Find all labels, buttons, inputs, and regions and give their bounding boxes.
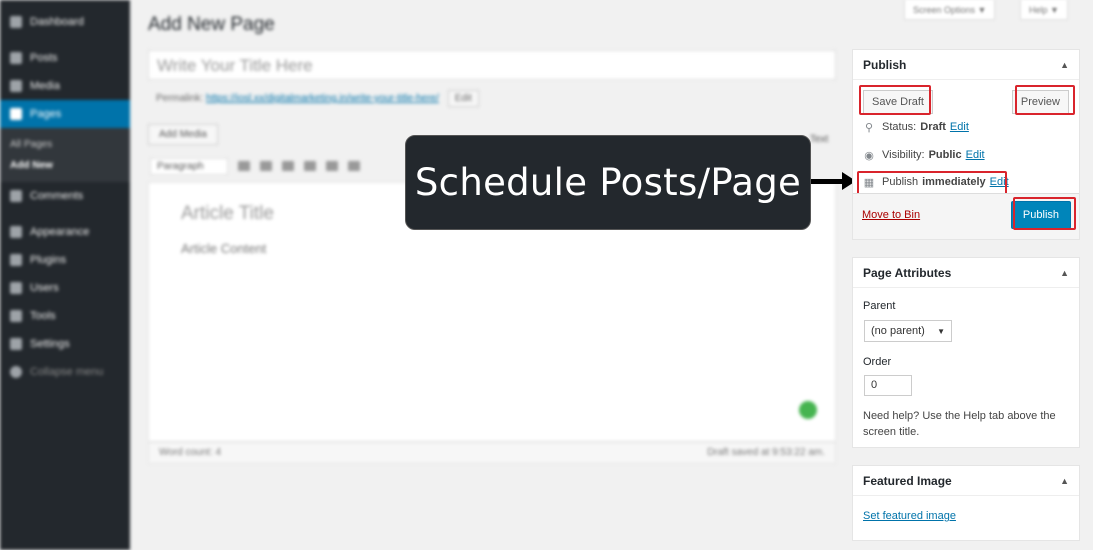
page-title: Add New Page	[148, 14, 275, 35]
page-attributes-header[interactable]: Page Attributes ▲	[853, 258, 1079, 288]
schedule-callout: Schedule Posts/Page	[405, 135, 811, 230]
dashboard-icon	[10, 16, 22, 28]
submenu-all-pages[interactable]: All Pages	[0, 134, 130, 155]
media-icon	[10, 80, 22, 92]
parent-label: Parent	[863, 300, 896, 312]
menu-tools[interactable]: Tools	[0, 302, 130, 330]
format-select[interactable]: Paragraph	[150, 157, 228, 175]
eye-icon: ◉	[864, 149, 874, 162]
number-list-icon[interactable]	[304, 161, 316, 171]
article-content: Article Content	[181, 241, 267, 256]
bold-icon[interactable]	[238, 161, 250, 171]
publish-actions: Move to Bin Publish	[853, 193, 1079, 239]
menu-dashboard[interactable]: Dashboard	[0, 8, 130, 36]
align-icon[interactable]	[348, 161, 360, 171]
submenu-add-new[interactable]: Add New	[0, 155, 130, 176]
collapse-icon	[10, 366, 22, 378]
bullet-list-icon[interactable]	[282, 161, 294, 171]
set-featured-image-link[interactable]: Set featured image	[863, 510, 956, 522]
settings-icon	[10, 338, 22, 350]
visibility-edit-link[interactable]: Edit	[966, 149, 985, 161]
parent-select[interactable]: (no parent) ▼	[864, 320, 952, 342]
publish-highlight	[1013, 197, 1076, 230]
publish-box: Publish ▲ Save Draft Preview ⚲ Status: Dr…	[852, 49, 1080, 240]
menu-collapse[interactable]: Collapse menu	[0, 358, 130, 386]
menu-settings[interactable]: Settings	[0, 330, 130, 358]
publish-box-header[interactable]: Publish ▲	[853, 50, 1079, 80]
menu-pages[interactable]: Pages	[0, 100, 130, 128]
schedule-highlight	[857, 171, 1007, 195]
featured-image-box: Featured Image ▲ Set featured image	[852, 465, 1080, 541]
grammar-check-icon[interactable]	[799, 401, 817, 419]
plugins-icon	[10, 254, 22, 266]
status-edit-link[interactable]: Edit	[950, 121, 969, 133]
pages-submenu: All Pages Add New	[0, 128, 130, 182]
order-label: Order	[863, 356, 892, 368]
text-tab[interactable]: Text	[810, 134, 828, 145]
title-input[interactable]: Write Your Title Here	[148, 50, 836, 80]
help-button[interactable]: Help ▼	[1020, 0, 1068, 20]
menu-users[interactable]: Users	[0, 274, 130, 302]
help-text: Need help? Use the Help tab above the sc…	[863, 410, 1056, 438]
permalink-url[interactable]: https://iosl.xx/digitalmarketing.in/writ…	[206, 93, 439, 104]
page-attributes-box: Page Attributes ▲ Parent (no parent) ▼ O…	[852, 257, 1080, 448]
menu-comments[interactable]: Comments	[0, 182, 130, 210]
italic-icon[interactable]	[260, 161, 272, 171]
preview-highlight	[1015, 85, 1075, 115]
chevron-down-icon: ▼	[937, 326, 945, 336]
article-title: Article Title	[181, 203, 274, 224]
pin-icon: ⚲	[864, 121, 874, 134]
menu-appearance[interactable]: Appearance	[0, 218, 130, 246]
screen-options-button[interactable]: Screen Options ▼	[904, 0, 996, 20]
visibility-row: ◉ Visibility: Public Edit	[864, 149, 985, 162]
quote-icon[interactable]	[326, 161, 338, 171]
collapse-arrow-icon[interactable]: ▲	[1060, 60, 1069, 70]
collapse-arrow-icon[interactable]: ▲	[1060, 476, 1069, 486]
pin-icon	[10, 52, 22, 64]
tools-icon	[10, 310, 22, 322]
users-icon	[10, 282, 22, 294]
permalink: Permalink: https://iosl.xx/digitalmarket…	[156, 90, 479, 107]
permalink-edit-button[interactable]: Edit	[447, 90, 479, 107]
admin-sidebar: Dashboard Posts Media Pages All Pages Ad…	[0, 0, 130, 550]
menu-media[interactable]: Media	[0, 72, 130, 100]
add-media-button[interactable]: Add Media	[148, 124, 218, 145]
order-input[interactable]: 0	[864, 375, 912, 396]
collapse-arrow-icon[interactable]: ▲	[1060, 268, 1069, 278]
menu-plugins[interactable]: Plugins	[0, 246, 130, 274]
save-draft-highlight	[859, 85, 931, 115]
editor-statusbar: Word count: 4 Draft saved at 9:53:22 am.	[148, 442, 836, 464]
move-to-bin-link[interactable]: Move to Bin	[862, 209, 920, 221]
callout-arrow-line	[811, 179, 846, 184]
editor-area: Add New Page Write Your Title Here Perma…	[130, 0, 845, 550]
comments-icon	[10, 190, 22, 202]
pages-icon	[10, 108, 22, 120]
draft-saved-status: Draft saved at 9:53:22 am.	[707, 447, 825, 458]
word-count: Word count: 4	[159, 447, 222, 458]
appearance-icon	[10, 226, 22, 238]
status-row: ⚲ Status: Draft Edit	[864, 121, 969, 134]
menu-posts[interactable]: Posts	[0, 44, 130, 72]
featured-image-header[interactable]: Featured Image ▲	[853, 466, 1079, 496]
